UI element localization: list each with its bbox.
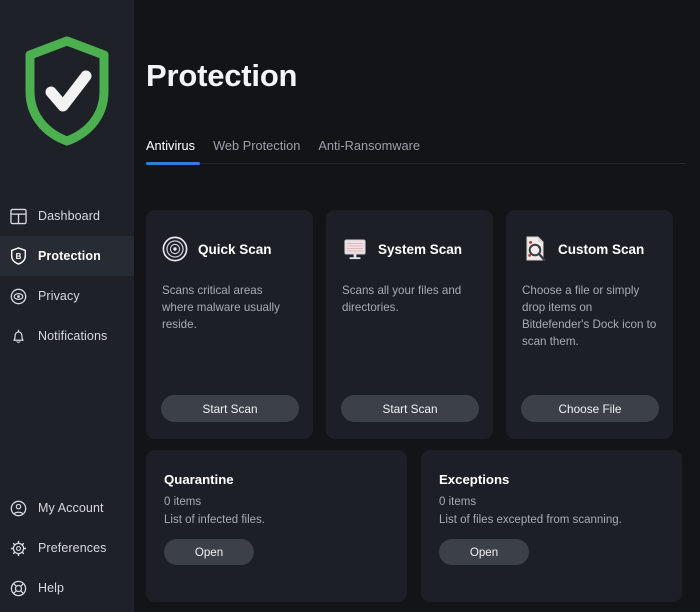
system-scan-start-button[interactable]: Start Scan xyxy=(341,395,479,422)
card-title: Quarantine xyxy=(164,472,234,487)
gear-icon xyxy=(8,538,28,558)
shield-check-icon xyxy=(24,36,110,151)
custom-scan-choose-file-button[interactable]: Choose File xyxy=(521,395,659,422)
sidebar-item-label: My Account xyxy=(38,501,104,515)
sidebar-item-label: Help xyxy=(38,581,65,595)
main-content: Protection Antivirus Web Protection Anti… xyxy=(134,0,700,612)
item-count: 0 items xyxy=(164,496,202,508)
card-header: Custom Scan xyxy=(522,232,657,266)
info-cards-row: Quarantine 0 items List of infected file… xyxy=(146,450,682,602)
sidebar-nav-secondary: My Account Preferences Help xyxy=(0,488,134,612)
sidebar-item-privacy[interactable]: Privacy xyxy=(0,276,134,316)
card-description: Scans all your files and directories. xyxy=(342,284,462,314)
tab-web-protection[interactable]: Web Protection xyxy=(213,138,300,163)
card-title: Quick Scan xyxy=(198,241,272,257)
sidebar-item-label: Preferences xyxy=(38,541,107,555)
page-title: Protection xyxy=(146,58,298,93)
exceptions-open-button[interactable]: Open xyxy=(439,539,529,565)
sidebar-item-label: Privacy xyxy=(38,289,80,303)
quarantine-card[interactable]: Quarantine 0 items List of infected file… xyxy=(146,450,407,602)
shield-b-icon: B xyxy=(8,246,28,266)
card-description: Scans critical areas where malware usual… xyxy=(162,284,280,331)
quarantine-open-button[interactable]: Open xyxy=(164,539,254,565)
tab-antivirus[interactable]: Antivirus xyxy=(146,138,195,163)
exceptions-card[interactable]: Exceptions 0 items List of files excepte… xyxy=(421,450,682,602)
system-scan-card[interactable]: System Scan Scans all your files and dir… xyxy=(326,210,493,439)
quick-scan-card[interactable]: Quick Scan Scans critical areas where ma… xyxy=(146,210,313,439)
lifebuoy-icon xyxy=(8,578,28,598)
app-logo xyxy=(0,0,134,196)
card-title: Custom Scan xyxy=(558,241,645,257)
dashboard-grid-icon xyxy=(8,206,28,226)
radar-target-icon xyxy=(162,235,188,263)
eye-circle-icon xyxy=(8,286,28,306)
user-circle-icon xyxy=(8,498,28,518)
quick-scan-start-button[interactable]: Start Scan xyxy=(161,395,299,422)
scan-cards-row: Quick Scan Scans critical areas where ma… xyxy=(146,210,673,439)
card-header: Quick Scan xyxy=(162,232,297,266)
sidebar-item-dashboard[interactable]: Dashboard xyxy=(0,196,134,236)
card-title: System Scan xyxy=(378,241,463,257)
custom-scan-card[interactable]: Custom Scan Choose a file or simply drop… xyxy=(506,210,673,439)
monitor-icon xyxy=(342,235,368,263)
tab-divider xyxy=(146,162,686,165)
sidebar-item-label: Dashboard xyxy=(38,209,101,223)
item-count: 0 items xyxy=(439,496,477,508)
sidebar-nav-primary: Dashboard B Protection Privacy Notificat… xyxy=(0,196,134,356)
sidebar-item-protection[interactable]: B Protection xyxy=(0,236,134,276)
card-description: List of infected files. xyxy=(164,514,265,526)
card-title: Exceptions xyxy=(439,472,510,487)
card-description: List of files excepted from scanning. xyxy=(439,514,622,526)
sidebar-item-label: Protection xyxy=(38,249,101,263)
sidebar-item-notifications[interactable]: Notifications xyxy=(0,316,134,356)
tab-bar: Antivirus Web Protection Anti-Ransomware xyxy=(146,138,694,165)
tab-anti-ransomware[interactable]: Anti-Ransomware xyxy=(318,138,420,163)
card-description: Choose a file or simply drop items on Bi… xyxy=(522,284,657,348)
svg-text:B: B xyxy=(15,252,21,261)
tab-list: Antivirus Web Protection Anti-Ransomware xyxy=(146,138,694,163)
card-header: System Scan xyxy=(342,232,477,266)
bell-icon xyxy=(8,326,28,346)
sidebar-item-help[interactable]: Help xyxy=(0,568,134,608)
application-window: Dashboard B Protection Privacy Notificat… xyxy=(0,0,700,612)
sidebar-item-label: Notifications xyxy=(38,329,108,343)
document-magnifier-icon xyxy=(522,235,548,263)
sidebar: Dashboard B Protection Privacy Notificat… xyxy=(0,0,134,612)
sidebar-item-preferences[interactable]: Preferences xyxy=(0,528,134,568)
tab-active-indicator xyxy=(146,162,200,165)
sidebar-item-my-account[interactable]: My Account xyxy=(0,488,134,528)
